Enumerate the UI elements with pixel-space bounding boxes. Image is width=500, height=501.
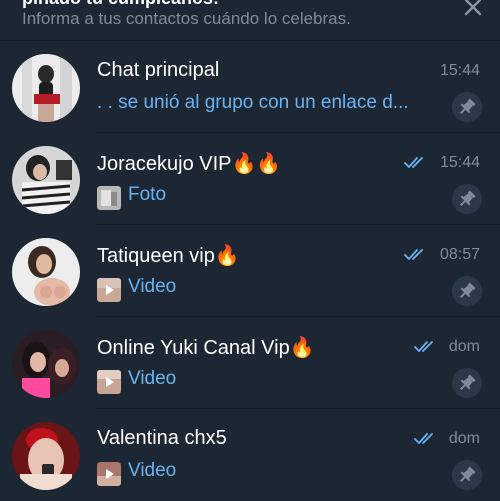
pin-icon[interactable] (452, 368, 482, 398)
chat-row-valentina[interactable]: Valentina chx5 dom Video (0, 409, 500, 501)
video-thumbnail (97, 462, 121, 486)
chat-preview: Video (128, 460, 177, 481)
read-checks-icon (414, 341, 433, 352)
chat-avatar (12, 422, 80, 490)
chat-time: 08:57 (439, 246, 480, 263)
chat-time: dom (448, 430, 480, 447)
chat-avatar (12, 330, 80, 398)
chat-row-chat-principal[interactable]: Chat principal 15:44 . . se unió al grup… (0, 41, 500, 133)
pin-icon[interactable] (452, 184, 482, 214)
chat-preview: Video (128, 276, 177, 297)
banner-title: pinado tu cumpleaños! (22, 0, 219, 9)
video-thumbnail (97, 370, 121, 394)
close-icon[interactable] (460, 0, 486, 20)
chat-time: dom (448, 338, 480, 355)
chat-name: Chat principal (97, 59, 220, 81)
video-thumbnail (97, 278, 121, 302)
chat-preview: Video (128, 368, 177, 389)
read-checks-icon (414, 433, 433, 444)
chat-name: Valentina chx5 (97, 427, 227, 449)
chat-preview: Foto (128, 184, 167, 205)
pin-icon[interactable] (452, 460, 482, 490)
chat-name: Joracekujo VIP🔥🔥 (97, 153, 282, 175)
chat-preview: . . se unió al grupo con un enlace d... (97, 92, 409, 113)
read-checks-icon (404, 157, 423, 168)
chat-row-joracekujo[interactable]: Joracekujo VIP🔥🔥 15:44 Foto (0, 133, 500, 225)
chat-time: 15:44 (439, 154, 480, 171)
birthday-banner: pinado tu cumpleaños! Informa a tus cont… (0, 0, 500, 41)
chat-name: Online Yuki Canal Vip🔥 (97, 337, 315, 359)
pin-icon[interactable] (452, 276, 482, 306)
chat-avatar (12, 146, 80, 214)
chat-time: 15:44 (439, 62, 480, 79)
photo-thumbnail (97, 186, 121, 210)
pin-icon[interactable] (452, 92, 482, 122)
chat-name: Tatiqueen vip🔥 (97, 245, 240, 267)
chat-row-tatiqueen[interactable]: Tatiqueen vip🔥 08:57 Video (0, 225, 500, 317)
chat-row-online-yuki[interactable]: Online Yuki Canal Vip🔥 dom Video (0, 317, 500, 409)
read-checks-icon (404, 249, 423, 260)
banner-subtitle: Informa a tus contactos cuándo lo celebr… (22, 9, 351, 28)
chat-avatar (12, 238, 80, 306)
chat-avatar (12, 54, 80, 122)
